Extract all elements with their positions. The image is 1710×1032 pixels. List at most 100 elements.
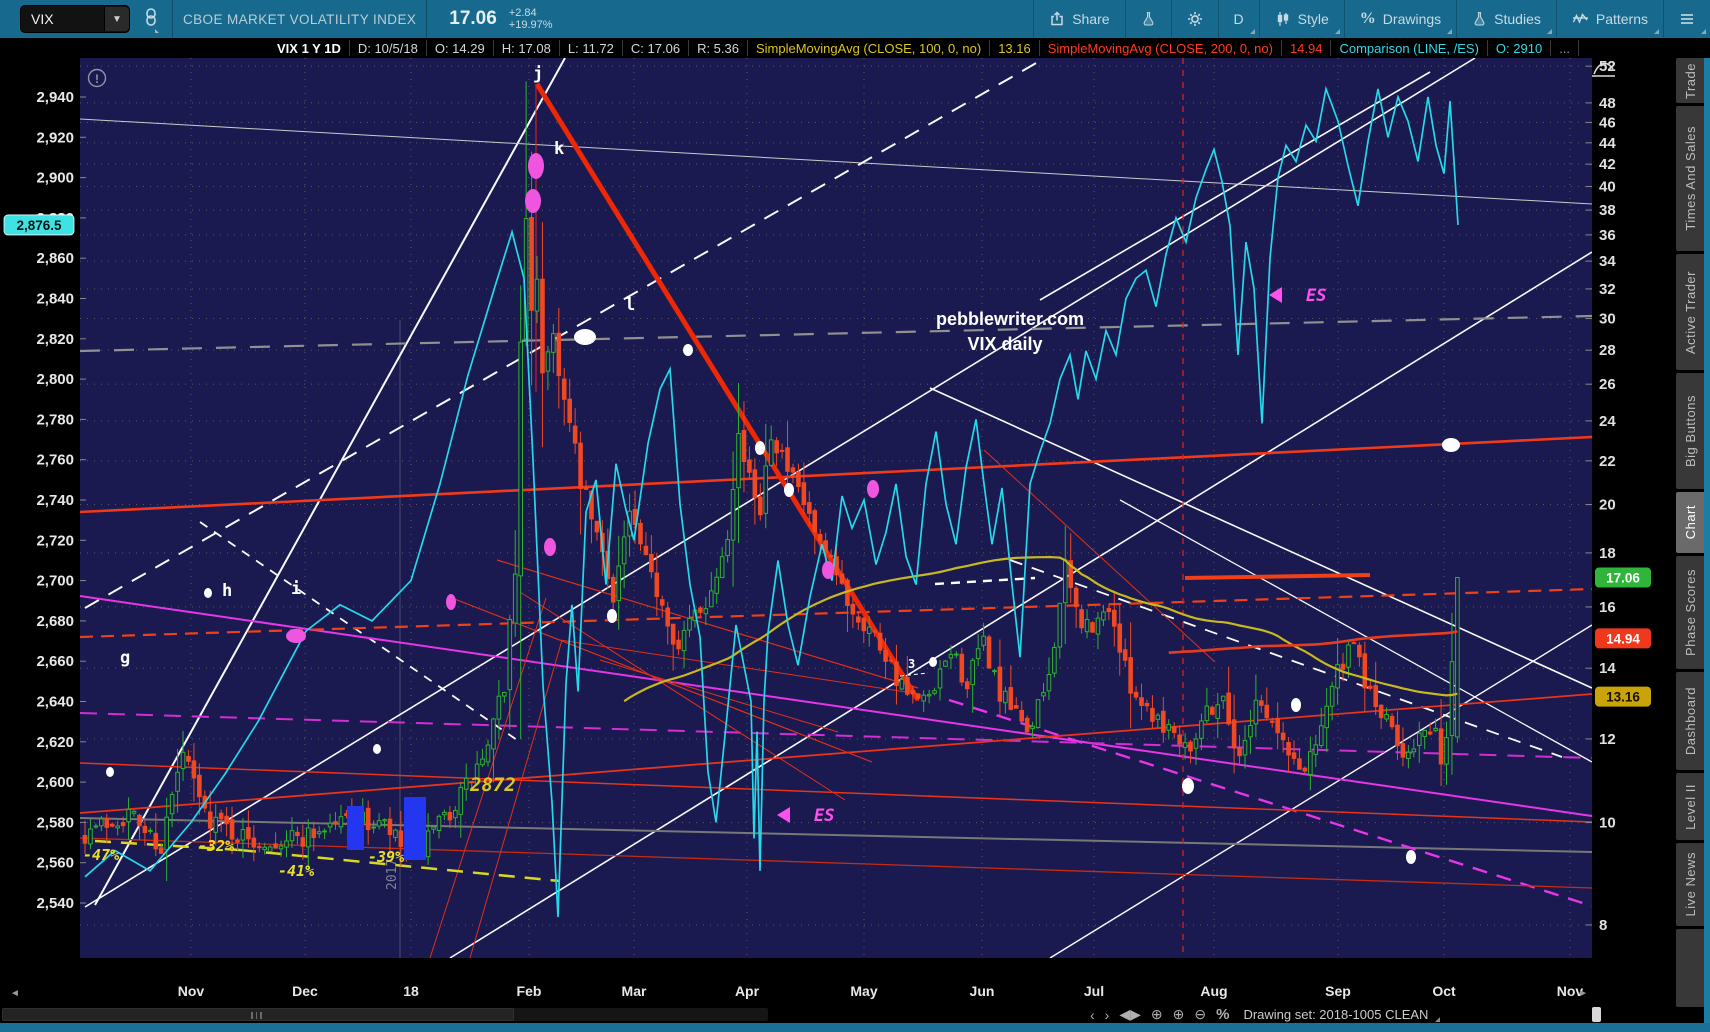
tab-label: Live News <box>1682 852 1698 917</box>
tab-times-and-sales[interactable]: Times And Sales <box>1676 106 1704 252</box>
pan-right-icon[interactable]: › <box>1105 1007 1110 1023</box>
style-button[interactable]: Style <box>1258 0 1344 38</box>
symbol-description: CBOE MARKET VOLATILITY INDEX <box>183 11 417 27</box>
tab-label: Trade <box>1682 62 1698 99</box>
tab-dashboard[interactable]: Dashboard <box>1676 672 1704 771</box>
flask-icon <box>1141 11 1156 27</box>
svg-text:Apr: Apr <box>735 983 760 999</box>
svg-text:Dec: Dec <box>292 983 318 999</box>
link-icon[interactable] <box>140 7 162 33</box>
svg-text:2,840: 2,840 <box>36 291 74 308</box>
menu-button[interactable] <box>1663 0 1710 38</box>
tab-label: Dashboard <box>1682 687 1698 756</box>
share-icon <box>1049 11 1065 27</box>
wave-icon <box>1572 11 1589 27</box>
readout-spacer <box>0 38 277 58</box>
chevron-down-icon[interactable]: ▼ <box>104 7 129 31</box>
svg-text:2,800: 2,800 <box>36 371 74 388</box>
button-label: Drawings <box>1382 11 1442 27</box>
flask-button[interactable] <box>1124 0 1171 38</box>
status-bar: ‹ › ◀▶ ⊕ ⊕ ⊖% Drawing set: 2018-1005 CLEAN <box>0 1006 1676 1023</box>
last-price: 17.06 <box>449 8 497 29</box>
svg-text:8: 8 <box>1599 917 1607 934</box>
readout-item[interactable]: SimpleMovingAvg (CLOSE, 200, 0, no) <box>1038 40 1281 56</box>
svg-text:ES: ES <box>814 806 834 826</box>
d-button[interactable]: D <box>1217 0 1259 38</box>
svg-text:2872: 2872 <box>469 774 516 796</box>
svg-text:40: 40 <box>1599 179 1616 196</box>
tab-trade[interactable]: Trade <box>1676 58 1704 104</box>
svg-text:2,780: 2,780 <box>36 411 74 428</box>
svg-text:2,860: 2,860 <box>36 250 74 267</box>
svg-text:14: 14 <box>1599 660 1616 677</box>
pan-left-icon[interactable]: ‹ <box>1090 1007 1095 1023</box>
svg-text:j: j <box>533 64 543 84</box>
svg-text:2,820: 2,820 <box>36 331 74 348</box>
svg-text:16: 16 <box>1599 599 1616 616</box>
svg-text:l: l <box>625 295 635 315</box>
side-tab-strip: Trade Times And Sales Active Trader Big But… <box>1676 58 1704 1010</box>
tab-label: Times And Sales <box>1682 126 1698 231</box>
divider <box>172 0 173 38</box>
svg-text:2,900: 2,900 <box>36 170 74 187</box>
svg-text:2,540: 2,540 <box>36 895 74 912</box>
drawing-set-selector[interactable]: Drawing set: 2018-1005 CLEAN <box>1243 1007 1441 1022</box>
gear-button[interactable] <box>1170 0 1218 38</box>
svg-text:30: 30 <box>1599 311 1616 328</box>
svg-text:13.16: 13.16 <box>1606 690 1640 705</box>
tab-active-trader[interactable]: Active Trader <box>1676 254 1704 371</box>
zoom-out-icon[interactable]: ⊖ <box>1194 1006 1206 1023</box>
button-label: Share <box>1072 11 1110 27</box>
scrollbar-thumb[interactable] <box>2 1008 514 1021</box>
readout-item: 14.94 <box>1280 40 1331 56</box>
svg-text:2,740: 2,740 <box>36 492 74 509</box>
scrollbar-grip <box>251 1012 262 1019</box>
tab-label: Active Trader <box>1682 270 1698 354</box>
svg-text:52: 52 <box>1599 58 1616 75</box>
percent-zoom-icon[interactable]: % <box>1216 1006 1229 1023</box>
svg-text:24: 24 <box>1599 413 1616 430</box>
flask-icon <box>1472 11 1487 27</box>
tab-phase-scores[interactable]: Phase Scores <box>1676 555 1704 670</box>
button-label: D <box>1233 11 1244 27</box>
scrollbar-corner[interactable] <box>1592 1007 1601 1022</box>
share-button[interactable]: Share <box>1033 0 1124 38</box>
readout-item: D: 10/5/18 <box>348 40 426 56</box>
readout-item[interactable]: SimpleMovingAvg (CLOSE, 100, 0, no) <box>746 40 989 56</box>
svg-text:-41%: -41% <box>278 862 314 880</box>
tab-label: Phase Scores <box>1682 569 1698 656</box>
change-percent: +19.97% <box>508 19 553 31</box>
readout-item: O: 14.29 <box>425 40 493 56</box>
pan-both-icon[interactable]: ◀▶ <box>1119 1006 1141 1023</box>
readout-item[interactable]: Comparison (LINE, /ES) <box>1330 40 1486 56</box>
readout-item: H: 17.08 <box>492 40 559 56</box>
studies-button[interactable]: Studies <box>1456 0 1556 38</box>
readout-item: 13.16 <box>989 40 1039 56</box>
tab-label: Chart <box>1682 505 1698 540</box>
move-icon[interactable]: ⊕ <box>1151 1006 1163 1023</box>
svg-text:2,640: 2,640 <box>36 694 74 711</box>
svg-text:20: 20 <box>1599 497 1616 514</box>
svg-text:Oct: Oct <box>1432 983 1456 999</box>
svg-text:Jun: Jun <box>970 983 995 999</box>
horizontal-scrollbar[interactable] <box>2 1008 768 1021</box>
chart-canvas[interactable]: 2017pebblewriter.comVIX dailygh ijkl3-47%… <box>0 0 1710 1032</box>
drawings-button[interactable]: % Drawings <box>1343 0 1456 38</box>
readout-item: O: 2910 <box>1486 40 1550 56</box>
svg-text:46: 46 <box>1599 114 1616 131</box>
tab-big-buttons[interactable]: Big Buttons <box>1676 373 1704 489</box>
divider <box>426 0 428 38</box>
change-value: +2.84 <box>508 7 537 19</box>
tab-live-news[interactable]: Live News <box>1676 843 1704 926</box>
tab-level-ii[interactable]: Level II <box>1676 773 1704 841</box>
svg-text:14.94: 14.94 <box>1606 631 1640 646</box>
svg-text:48: 48 <box>1599 95 1616 112</box>
zoom-in-icon[interactable]: ⊕ <box>1173 1006 1185 1023</box>
tab-chart[interactable]: Chart <box>1676 491 1704 553</box>
bottom-edge-strip <box>0 1023 1710 1032</box>
tab-blank[interactable] <box>1676 928 1704 1007</box>
svg-text:3: 3 <box>908 657 915 671</box>
symbol-dropdown[interactable]: VIX ▼ <box>20 5 130 33</box>
svg-text:2,680: 2,680 <box>36 613 74 630</box>
patterns-button[interactable]: Patterns <box>1555 0 1663 38</box>
